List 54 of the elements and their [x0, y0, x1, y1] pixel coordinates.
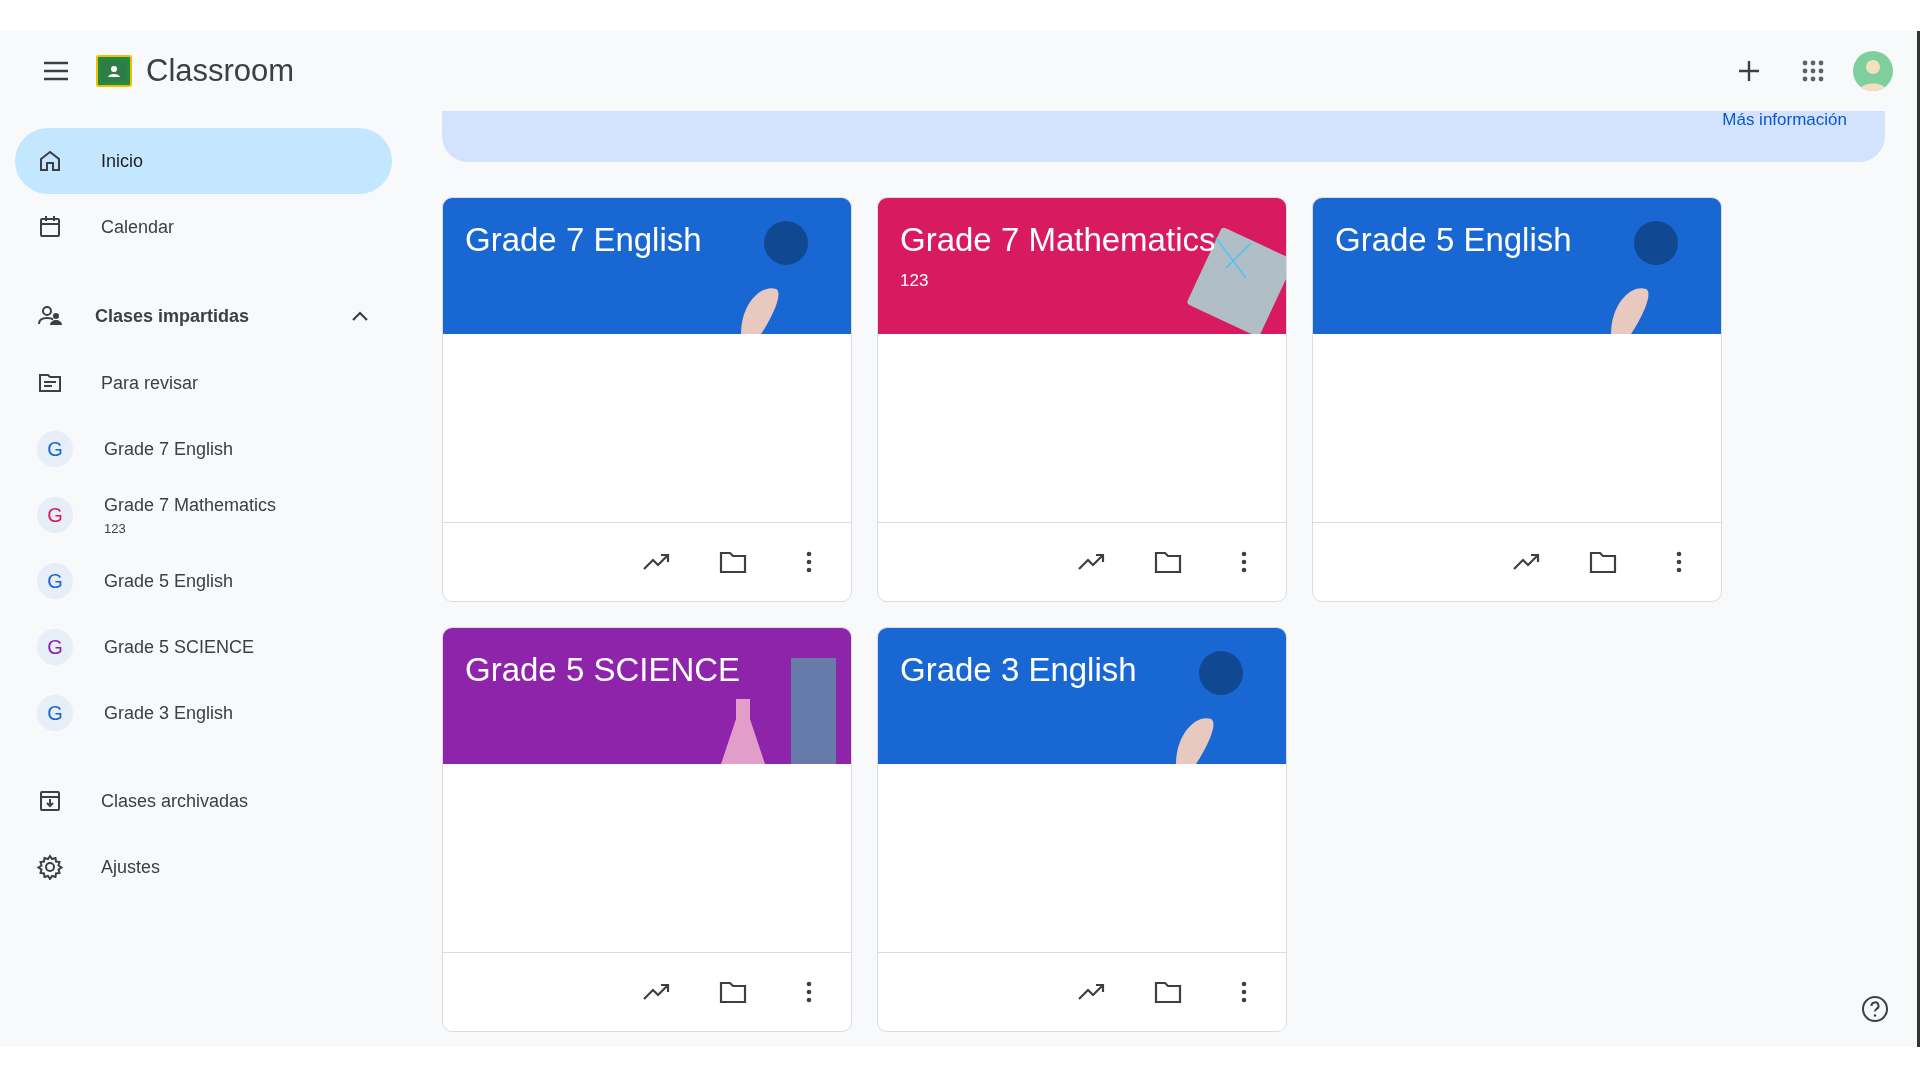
card-title[interactable]: Grade 3 English: [900, 652, 1264, 689]
folder-icon: [1154, 980, 1182, 1004]
class-letter-icon: G: [37, 497, 73, 533]
app-title: Classroom: [146, 51, 295, 90]
class-letter-icon: G: [37, 629, 73, 665]
plus-icon: [1738, 60, 1760, 82]
folder-icon: [719, 980, 747, 1004]
class-nav-item[interactable]: G Grade 3 English: [15, 680, 392, 746]
trending-up-icon: [643, 553, 671, 571]
chevron-up-icon: [351, 310, 369, 322]
class-card[interactable]: Grade 7 English: [442, 197, 852, 602]
class-letter-icon: G: [37, 563, 73, 599]
more-vert-icon: [1241, 551, 1247, 573]
more-vert-icon: [1241, 981, 1247, 1003]
class-nav-item[interactable]: G Grade 7 English: [15, 416, 392, 482]
trending-up-icon: [1513, 553, 1541, 571]
card-title[interactable]: Grade 7 Mathematics: [900, 222, 1264, 259]
more-vert-icon: [806, 551, 812, 573]
classroom-logo-icon: [96, 55, 132, 87]
help-icon: [1861, 995, 1889, 1023]
class-card[interactable]: Grade 3 English: [877, 627, 1287, 1032]
menu-icon: [43, 61, 69, 81]
folder-icon: [1154, 550, 1182, 574]
card-title[interactable]: Grade 5 English: [1335, 222, 1699, 259]
sidebar-item[interactable]: Clases archivadas: [15, 768, 392, 834]
class-card[interactable]: Grade 5 English: [1312, 197, 1722, 602]
class-nav-item[interactable]: G Grade 5 English: [15, 548, 392, 614]
more-vert-icon: [806, 981, 812, 1003]
card-subtitle: 123: [900, 270, 930, 293]
settings-icon: [37, 854, 63, 880]
card-title[interactable]: Grade 7 English: [465, 222, 829, 259]
class-letter-icon: G: [37, 695, 73, 731]
trending-up-icon: [643, 983, 671, 1001]
apps-grid-icon: [1802, 60, 1824, 82]
class-nav-item[interactable]: G Grade 5 SCIENCE: [15, 614, 392, 680]
section-heading: Clases impartidas: [95, 304, 251, 328]
more-vert-icon: [1676, 551, 1682, 573]
class-card[interactable]: Grade 5 SCIENCE: [442, 627, 852, 1032]
calendar-icon: [37, 214, 63, 240]
class-card[interactable]: Grade 7 Mathematics 123: [877, 197, 1287, 602]
home-icon: [37, 148, 63, 174]
more-info-link[interactable]: Más información: [1722, 111, 1847, 128]
sidebar-item[interactable]: Inicio: [15, 128, 392, 194]
sidebar-item[interactable]: Calendar: [15, 194, 392, 260]
card-title[interactable]: Grade 5 SCIENCE: [465, 652, 829, 689]
trending-up-icon: [1078, 983, 1106, 1001]
folder-icon: [719, 550, 747, 574]
folder-icon: [1589, 550, 1617, 574]
trending-up-icon: [1078, 553, 1106, 571]
class-nav-item[interactable]: G Grade 7 Mathematics 123: [15, 482, 392, 548]
archive-box-icon: [37, 788, 63, 814]
sidebar-item[interactable]: Para revisar: [15, 350, 392, 416]
sidebar-item[interactable]: Ajustes: [15, 834, 392, 900]
class-letter-icon: G: [37, 431, 73, 467]
